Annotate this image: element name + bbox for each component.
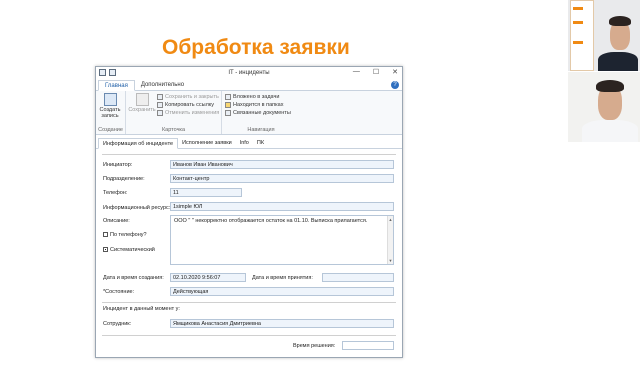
webcam-bottom — [568, 72, 640, 142]
copy-link-label: Копировать ссылку — [165, 102, 215, 108]
ribbon-tab-additional[interactable]: Дополнительно — [135, 80, 190, 90]
incident-section-label: Инцидент в данный момент у: — [103, 306, 180, 312]
description-text: ООО " " некорректно отображается остаток… — [174, 218, 368, 224]
create-record-label: Создать запись — [99, 107, 121, 119]
description-textarea[interactable]: ООО " " некорректно отображается остаток… — [170, 215, 394, 265]
cancel-changes-label: Отменить изменения — [165, 110, 220, 116]
undo-icon — [157, 110, 163, 116]
ribbon-tabs: Главная Дополнительно ? — [96, 80, 402, 91]
maximize-button[interactable]: ☐ — [373, 68, 379, 76]
employee-label: Сотрудник: — [103, 321, 132, 327]
systematic-checkbox-box[interactable] — [103, 247, 108, 253]
create-group-label: Создание — [98, 127, 123, 133]
tab-incident-info[interactable]: Информация об инциденте — [98, 138, 179, 149]
attached-to-tasks-label: Вложено в задачи — [233, 94, 280, 100]
close-button[interactable]: ✕ — [392, 68, 398, 76]
navigation-group-label: Навигация — [247, 127, 275, 133]
ribbon-group-card: Сохранить Сохранить и закрыть Копировать… — [126, 91, 222, 134]
banner-stripe-2 — [573, 21, 583, 24]
form-tabs: Информация об инциденте Исполнение заявк… — [96, 138, 402, 149]
floppy-icon — [135, 93, 149, 106]
tab-pc[interactable]: ПК — [253, 138, 268, 148]
resource-field[interactable]: 1simple ЮЛ — [170, 202, 394, 211]
banner-stripe-3 — [573, 41, 583, 44]
help-icon[interactable]: ? — [391, 81, 399, 89]
save-and-close-label: Сохранить и закрыть — [165, 94, 219, 100]
department-label: Подразделение: — [103, 176, 145, 182]
speaker-bottom-hair — [596, 80, 624, 92]
tasks-icon — [225, 94, 231, 100]
save-and-close-button[interactable]: Сохранить и закрыть — [157, 93, 219, 101]
department-field[interactable]: Контакт-центр — [170, 174, 394, 183]
banner-stripe-1 — [573, 7, 583, 10]
related-documents-button[interactable]: Связанные документы — [225, 109, 297, 117]
systematic-label: Систематический — [110, 247, 155, 253]
create-record-button[interactable]: Создать запись — [99, 93, 121, 119]
resource-label: Информационный ресурс: — [103, 205, 171, 211]
initiator-field[interactable]: Иванов Иван Иванович — [170, 160, 394, 169]
form-top-divider — [102, 154, 396, 155]
created-field[interactable]: 02.10.2020 9:56:07 — [170, 273, 246, 282]
tab-execution[interactable]: Исполнение заявки — [178, 138, 236, 148]
slide-title: Обработка заявки — [162, 36, 350, 59]
related-documents-label: Связанные документы — [233, 110, 291, 116]
state-label: *Состояние: — [103, 289, 135, 295]
bottom-divider — [102, 335, 396, 336]
systematic-checkbox[interactable]: Систематический — [103, 247, 155, 253]
ribbon-group-create: Создать запись Создание — [96, 91, 126, 134]
incident-window: IT - инциденты — ☐ ✕ Главная Дополнитель… — [95, 66, 403, 358]
state-field[interactable]: Действующая — [170, 287, 394, 296]
speaker-top-hair — [609, 16, 631, 26]
webcam-top — [568, 0, 640, 71]
phone-field[interactable]: 11 — [170, 188, 242, 197]
section-divider — [102, 302, 396, 303]
documents-icon — [225, 110, 231, 116]
in-folders-button[interactable]: Находится в папках — [225, 101, 297, 109]
save-label: Сохранить — [128, 107, 156, 113]
rollup-banner — [570, 0, 594, 71]
speaker-top-jacket — [598, 52, 638, 71]
resolution-time-field[interactable] — [342, 341, 394, 350]
description-label: Описание: — [103, 218, 130, 224]
phone-label: Телефон: — [103, 190, 128, 196]
description-scrollbar[interactable] — [387, 216, 393, 264]
window-titlebar: IT - инциденты — ☐ ✕ — [96, 67, 402, 80]
folder-icon — [225, 102, 231, 108]
accepted-label: Дата и время принятия: — [252, 275, 313, 281]
ribbon: Создать запись Создание Сохранить Сохран… — [96, 91, 402, 135]
in-folders-label: Находится в папках — [233, 102, 284, 108]
speaker-bottom-shirt — [582, 120, 638, 142]
cancel-changes-button[interactable]: Отменить изменения — [157, 109, 219, 117]
new-document-icon — [103, 93, 117, 106]
by-phone-checkbox-box[interactable] — [103, 232, 108, 238]
accepted-field[interactable] — [322, 273, 394, 282]
ribbon-tab-home[interactable]: Главная — [98, 80, 135, 91]
resolution-time-label: Время решения: — [293, 343, 336, 349]
link-icon — [157, 102, 163, 108]
initiator-label: Инициатор: — [103, 162, 133, 168]
by-phone-checkbox[interactable]: По телефону? — [103, 232, 147, 238]
ribbon-group-navigation: Вложено в задачи Находится в папках Связ… — [222, 91, 300, 134]
save-close-icon — [157, 94, 163, 100]
minimize-button[interactable]: — — [353, 68, 360, 76]
incident-form: Инициатор: Иванов Иван Иванович Подразде… — [96, 149, 402, 369]
attached-to-tasks-button[interactable]: Вложено в задачи — [225, 93, 297, 101]
copy-link-button[interactable]: Копировать ссылку — [157, 101, 219, 109]
employee-field[interactable]: Ямщикова Анастасия Дмитриевна — [170, 319, 394, 328]
card-group-label: Карточка — [161, 127, 186, 133]
by-phone-label: По телефону? — [110, 232, 147, 238]
tab-info[interactable]: Info — [236, 138, 253, 148]
created-label: Дата и время создания: — [103, 275, 164, 281]
